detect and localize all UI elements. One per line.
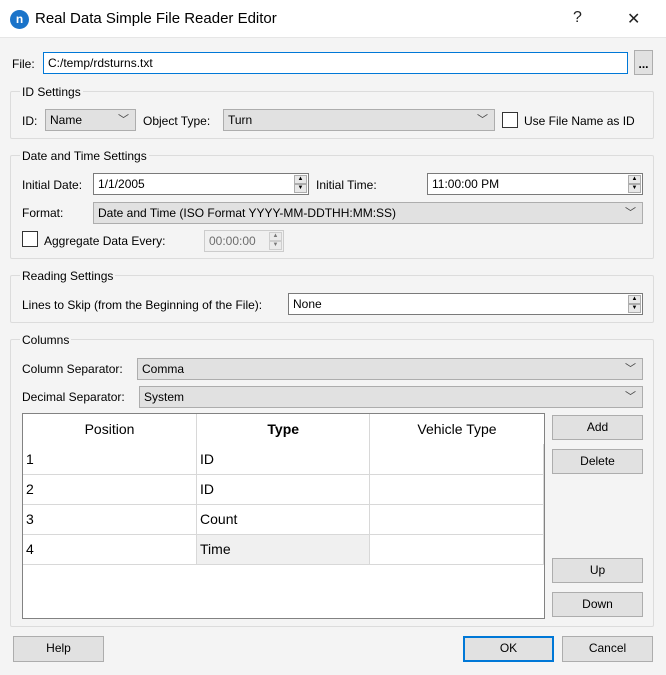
- spin-arrows-icon[interactable]: ▲ ▼: [294, 175, 307, 193]
- chevron-down-icon: ﹀: [477, 114, 488, 126]
- decimal-separator-value: System: [144, 390, 185, 404]
- down-button[interactable]: Down: [552, 592, 643, 617]
- format-value: Date and Time (ISO Format YYYY-MM-DDTHH:…: [98, 206, 397, 220]
- lines-to-skip-label: Lines to Skip (from the Beginning of the…: [22, 298, 263, 312]
- column-separator-label: Column Separator:: [22, 362, 123, 376]
- browse-button[interactable]: ...: [634, 50, 653, 75]
- column-separator-select[interactable]: Comma ﹀: [137, 358, 643, 380]
- initial-date-label: Initial Date:: [22, 178, 83, 192]
- help-title-button[interactable]: ?: [573, 9, 582, 27]
- date-time-title: Date and Time Settings: [20, 148, 149, 164]
- spin-arrows-icon[interactable]: ▲ ▼: [628, 295, 641, 313]
- cell-type[interactable]: ID: [196, 474, 371, 505]
- cell-type[interactable]: Count: [196, 504, 371, 535]
- format-select[interactable]: Date and Time (ISO Format YYYY-MM-DDTHH:…: [93, 202, 643, 224]
- columns-title: Columns: [20, 332, 72, 348]
- id-settings-title: ID Settings: [20, 84, 83, 100]
- lines-to-skip-value: None: [293, 297, 322, 311]
- initial-date-value: 1/1/2005: [98, 177, 145, 191]
- chevron-down-icon: ﹀: [118, 114, 129, 126]
- aggregate-spinbox: 00:00:00 ▲ ▼: [204, 230, 284, 252]
- add-button[interactable]: Add: [552, 415, 643, 440]
- table-row[interactable]: 2 ID: [23, 474, 544, 505]
- cell-position[interactable]: 4: [23, 534, 198, 565]
- initial-time-label: Initial Time:: [316, 178, 377, 192]
- table-row[interactable]: 3 Count: [23, 504, 544, 535]
- up-button[interactable]: Up: [552, 558, 643, 583]
- chevron-down-icon: ﹀: [625, 363, 636, 375]
- delete-button[interactable]: Delete: [552, 449, 643, 474]
- id-label: ID:: [22, 114, 38, 128]
- file-label: File:: [12, 57, 35, 71]
- cancel-button[interactable]: Cancel: [562, 636, 653, 662]
- help-button[interactable]: Help: [13, 636, 104, 662]
- chevron-down-icon: ﹀: [625, 207, 636, 219]
- header-vehicle-type[interactable]: Vehicle Type: [370, 414, 544, 444]
- id-select-value: Name: [50, 113, 83, 127]
- chevron-down-icon: ﹀: [625, 391, 636, 403]
- app-icon: n: [10, 10, 29, 29]
- header-type[interactable]: Type: [196, 414, 371, 444]
- decimal-separator-label: Decimal Separator:: [22, 390, 125, 404]
- reading-settings-title: Reading Settings: [20, 268, 116, 284]
- aggregate-checkbox[interactable]: [22, 231, 38, 247]
- cell-position[interactable]: 3: [23, 504, 198, 535]
- object-type-select[interactable]: Turn ﹀: [223, 109, 495, 131]
- header-position[interactable]: Position: [23, 414, 198, 444]
- cell-vehicle-type[interactable]: [369, 474, 544, 505]
- column-separator-value: Comma: [142, 362, 185, 376]
- cell-type[interactable]: Time: [196, 534, 371, 565]
- cell-vehicle-type[interactable]: [369, 504, 544, 535]
- close-icon[interactable]: ✕: [627, 9, 640, 29]
- decimal-separator-select[interactable]: System ﹀: [139, 386, 643, 408]
- format-label: Format:: [22, 206, 64, 220]
- cell-position[interactable]: 1: [23, 444, 198, 475]
- object-type-value: Turn: [228, 113, 253, 127]
- lines-to-skip-spinbox[interactable]: None ▲ ▼: [288, 293, 643, 315]
- cell-vehicle-type[interactable]: [369, 534, 544, 565]
- spin-arrows-icon[interactable]: ▲ ▼: [628, 175, 641, 193]
- cell-position[interactable]: 2: [23, 474, 198, 505]
- title-bar: n Real Data Simple File Reader Editor ? …: [0, 0, 666, 38]
- spin-arrows-icon: ▲ ▼: [269, 232, 282, 250]
- object-type-label: Object Type:: [143, 114, 211, 128]
- table-row[interactable]: 1 ID: [23, 444, 544, 475]
- ok-button[interactable]: OK: [463, 636, 554, 662]
- table-header-row: Position Type Vehicle Type: [23, 414, 544, 444]
- initial-date-spinbox[interactable]: 1/1/2005 ▲ ▼: [93, 173, 309, 195]
- aggregate-value: 00:00:00: [209, 234, 256, 248]
- cell-vehicle-type[interactable]: [369, 444, 544, 475]
- window-title: Real Data Simple File Reader Editor: [35, 10, 277, 27]
- use-file-name-label: Use File Name as ID: [524, 114, 635, 128]
- initial-time-spinbox[interactable]: 11:00:00 PM ▲ ▼: [427, 173, 643, 195]
- table-row[interactable]: 4 Time: [23, 534, 544, 565]
- cell-type[interactable]: ID: [196, 444, 371, 475]
- use-file-name-checkbox[interactable]: [502, 112, 518, 128]
- file-input[interactable]: C:/temp/rdsturns.txt: [43, 52, 628, 74]
- id-select[interactable]: Name ﹀: [45, 109, 136, 131]
- initial-time-value: 11:00:00 PM: [432, 177, 500, 191]
- aggregate-label: Aggregate Data Every:: [44, 234, 166, 248]
- columns-table[interactable]: Position Type Vehicle Type 1 ID 2 ID 3 Coun…: [22, 413, 545, 619]
